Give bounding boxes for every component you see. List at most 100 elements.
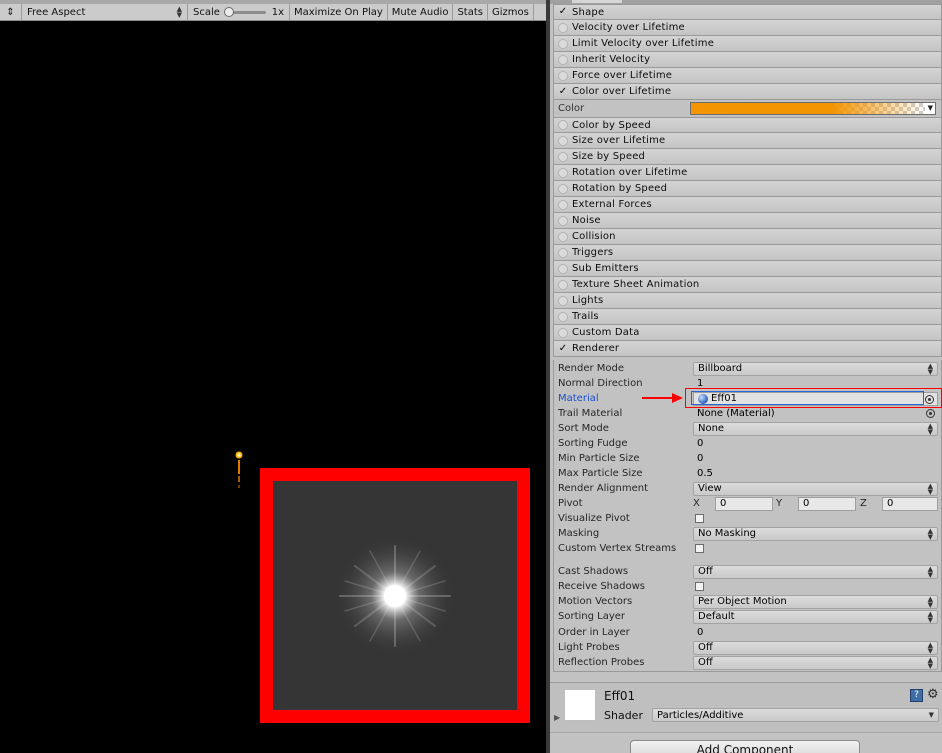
pivot-x-field[interactable]: 0 bbox=[715, 496, 773, 511]
checkmark-icon[interactable]: ✓ bbox=[558, 86, 568, 97]
module-toggle[interactable] bbox=[558, 183, 568, 194]
module-label: Limit Velocity over Lifetime bbox=[572, 38, 715, 49]
cast-shadows-dropdown[interactable]: Off ▲ ▼ bbox=[693, 564, 938, 579]
module-velocity-over-lifetime[interactable]: Velocity over Lifetime bbox=[553, 20, 942, 36]
scale-slider[interactable] bbox=[223, 6, 266, 17]
module-toggle[interactable] bbox=[558, 167, 568, 178]
module-shape[interactable]: ✓ Shape bbox=[553, 4, 942, 20]
shader-dropdown[interactable]: Particles/Additive ▼ bbox=[652, 708, 939, 722]
module-trails[interactable]: Trails bbox=[553, 309, 942, 325]
aspect-dropdown[interactable]: Free Aspect ▲ ▼ bbox=[22, 3, 188, 21]
object-picker-icon[interactable] bbox=[926, 408, 935, 418]
dropdown-value: View bbox=[698, 483, 722, 494]
pivot-x-label: X bbox=[693, 497, 700, 509]
module-triggers[interactable]: Triggers bbox=[553, 245, 942, 261]
checkmark-icon[interactable]: ✓ bbox=[558, 343, 568, 354]
module-toggle[interactable] bbox=[558, 263, 568, 274]
sorting-fudge-field[interactable]: 0 bbox=[693, 437, 938, 451]
module-size-over-lifetime[interactable]: Size over Lifetime bbox=[553, 133, 942, 149]
dropdown-arrow-icon[interactable]: ▼ bbox=[928, 104, 933, 112]
module-color-over-lifetime[interactable]: ✓ Color over Lifetime bbox=[553, 84, 942, 100]
display-select[interactable]: ⇕ bbox=[0, 3, 22, 21]
custom-vertex-streams-row: Custom Vertex Streams bbox=[554, 541, 941, 556]
maximize-on-play-button[interactable]: Maximize On Play bbox=[290, 3, 388, 21]
gizmos-button[interactable]: Gizmos bbox=[488, 3, 534, 21]
module-lights[interactable]: Lights bbox=[553, 293, 942, 309]
module-texture-sheet-animation[interactable]: Texture Sheet Animation bbox=[553, 277, 942, 293]
module-force-over-lifetime[interactable]: Force over Lifetime bbox=[553, 68, 942, 84]
shader-label: Shader bbox=[604, 709, 643, 722]
module-label: Velocity over Lifetime bbox=[572, 22, 685, 33]
module-sub-emitters[interactable]: Sub Emitters bbox=[553, 261, 942, 277]
module-toggle[interactable] bbox=[558, 327, 568, 338]
module-toggle[interactable] bbox=[558, 38, 568, 49]
motion-vectors-dropdown[interactable]: Per Object Motion ▲ ▼ bbox=[693, 594, 938, 609]
order-in-layer-field[interactable]: 0 bbox=[693, 626, 938, 640]
display-arrows-icon: ⇕ bbox=[6, 6, 15, 18]
module-label: Collision bbox=[572, 231, 616, 242]
module-color-by-speed[interactable]: Color by Speed bbox=[553, 117, 942, 133]
dropdown-value: Billboard bbox=[698, 363, 743, 374]
foldout-arrow-icon[interactable]: ▶ bbox=[554, 713, 560, 722]
module-custom-data[interactable]: Custom Data bbox=[553, 325, 942, 341]
material-inspector: ▶ Eff01 Shader Particles/Additive ▼ ? ⚙ bbox=[550, 682, 942, 732]
stats-button[interactable]: Stats bbox=[453, 3, 488, 21]
module-renderer[interactable]: ✓ Renderer bbox=[553, 341, 942, 357]
masking-dropdown[interactable]: No Masking ▲ ▼ bbox=[693, 526, 938, 541]
sorting-layer-dropdown[interactable]: Default ▲ ▼ bbox=[693, 609, 938, 624]
trail-material-field[interactable]: None (Material) bbox=[693, 407, 938, 421]
module-toggle[interactable] bbox=[558, 199, 568, 210]
module-toggle[interactable] bbox=[558, 22, 568, 33]
pivot-z-field[interactable]: 0 bbox=[882, 496, 938, 511]
module-limit-velocity[interactable]: Limit Velocity over Lifetime bbox=[553, 36, 942, 52]
render-mode-dropdown[interactable]: Billboard ▲ ▼ bbox=[693, 361, 938, 376]
module-toggle[interactable] bbox=[558, 231, 568, 242]
light-probes-dropdown[interactable]: Off ▲ ▼ bbox=[693, 640, 938, 655]
visualize-pivot-row: Visualize Pivot bbox=[554, 511, 941, 526]
inspector-tab[interactable] bbox=[572, 0, 622, 3]
material-thumbnail[interactable] bbox=[564, 689, 596, 721]
module-inherit-velocity[interactable]: Inherit Velocity bbox=[553, 52, 942, 68]
dropdown-value: No Masking bbox=[698, 528, 756, 539]
slider-knob[interactable] bbox=[223, 6, 234, 17]
module-collision[interactable]: Collision bbox=[553, 229, 942, 245]
module-toggle[interactable] bbox=[558, 120, 568, 130]
module-toggle[interactable] bbox=[558, 279, 568, 290]
module-toggle[interactable] bbox=[558, 151, 568, 162]
module-toggle[interactable] bbox=[558, 247, 568, 258]
module-external-forces[interactable]: External Forces bbox=[553, 197, 942, 213]
custom-vertex-streams-checkbox[interactable] bbox=[695, 544, 704, 553]
sort-mode-dropdown[interactable]: None ▲ ▼ bbox=[693, 421, 938, 436]
module-size-by-speed[interactable]: Size by Speed bbox=[553, 149, 942, 165]
gear-icon[interactable]: ⚙ bbox=[927, 687, 939, 702]
property-label: Render Alignment bbox=[558, 483, 649, 494]
reflection-probes-dropdown[interactable]: Off ▲ ▼ bbox=[693, 655, 938, 670]
module-toggle[interactable] bbox=[558, 70, 568, 81]
scale-control[interactable]: Scale 1x bbox=[188, 3, 290, 21]
mute-audio-button[interactable]: Mute Audio bbox=[388, 3, 454, 21]
min-particle-size-field[interactable]: 0 bbox=[693, 452, 938, 466]
help-icon[interactable]: ? bbox=[910, 689, 923, 702]
module-toggle[interactable] bbox=[558, 215, 568, 226]
receive-shadows-checkbox[interactable] bbox=[695, 582, 704, 591]
add-component-button[interactable]: Add Component bbox=[630, 740, 860, 753]
min-particle-size-row: Min Particle Size 0 bbox=[554, 451, 941, 466]
module-rotation-by-speed[interactable]: Rotation by Speed bbox=[553, 181, 942, 197]
glow-preview-image bbox=[335, 536, 455, 656]
max-particle-size-field[interactable]: 0.5 bbox=[693, 467, 938, 481]
module-rotation-over-lifetime[interactable]: Rotation over Lifetime bbox=[553, 165, 942, 181]
module-noise[interactable]: Noise bbox=[553, 213, 942, 229]
module-toggle[interactable] bbox=[558, 54, 568, 65]
inspector-panel: ✓ Shape Velocity over Lifetime Limit Vel… bbox=[550, 0, 942, 753]
pivot-y-field[interactable]: 0 bbox=[798, 496, 856, 511]
particle-spark bbox=[235, 451, 243, 488]
checkmark-icon[interactable]: ✓ bbox=[558, 7, 568, 17]
module-toggle[interactable] bbox=[558, 311, 568, 322]
visualize-pivot-checkbox[interactable] bbox=[695, 514, 704, 523]
module-toggle[interactable] bbox=[558, 135, 568, 146]
module-toggle[interactable] bbox=[558, 295, 568, 306]
render-mode-row: Render Mode Billboard ▲ ▼ bbox=[554, 361, 941, 376]
property-label: Sort Mode bbox=[558, 423, 609, 434]
color-gradient-field[interactable]: ▼ bbox=[690, 102, 936, 115]
render-alignment-dropdown[interactable]: View ▲ ▼ bbox=[693, 481, 938, 496]
